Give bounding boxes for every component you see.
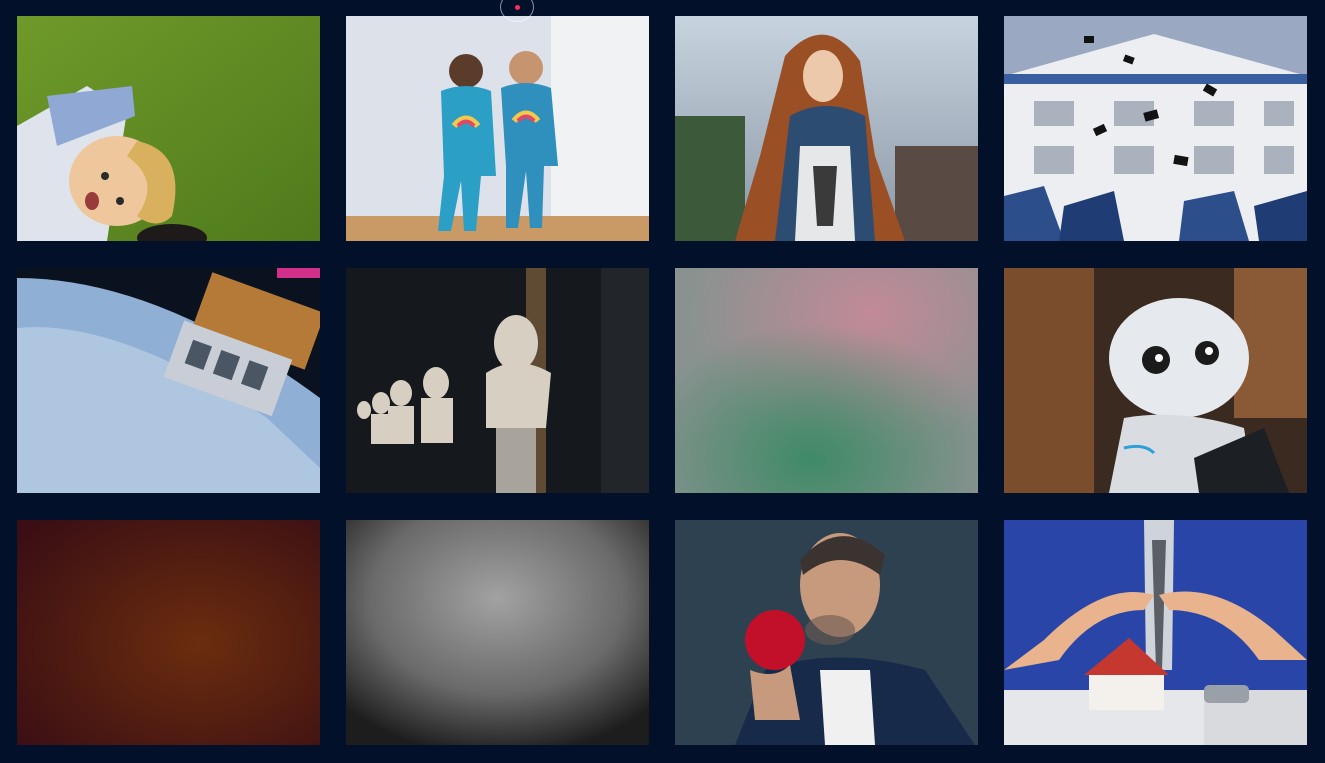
blurred-pink-green-photo[interactable] [675,268,978,493]
man-holding-apple-photo[interactable] [675,520,978,745]
toddlers-rainbow-pajamas-photo[interactable] [346,16,649,241]
blurred-gray-photo[interactable] [346,520,649,745]
library-busts-photo[interactable] [346,268,649,493]
satellite-over-earth-photo[interactable] [17,268,320,493]
blurred-maroon-photo[interactable] [17,520,320,745]
redhead-woman-horse-photo[interactable] [675,16,978,241]
graduation-caps-building-photo[interactable] [1004,16,1307,241]
humanoid-robot-photo[interactable] [1004,268,1307,493]
house-insurance-hands-photo[interactable] [1004,520,1307,745]
photo-grid [17,16,1307,745]
boy-on-grass-photo[interactable] [17,16,320,241]
cursor-dot-icon [515,5,520,10]
